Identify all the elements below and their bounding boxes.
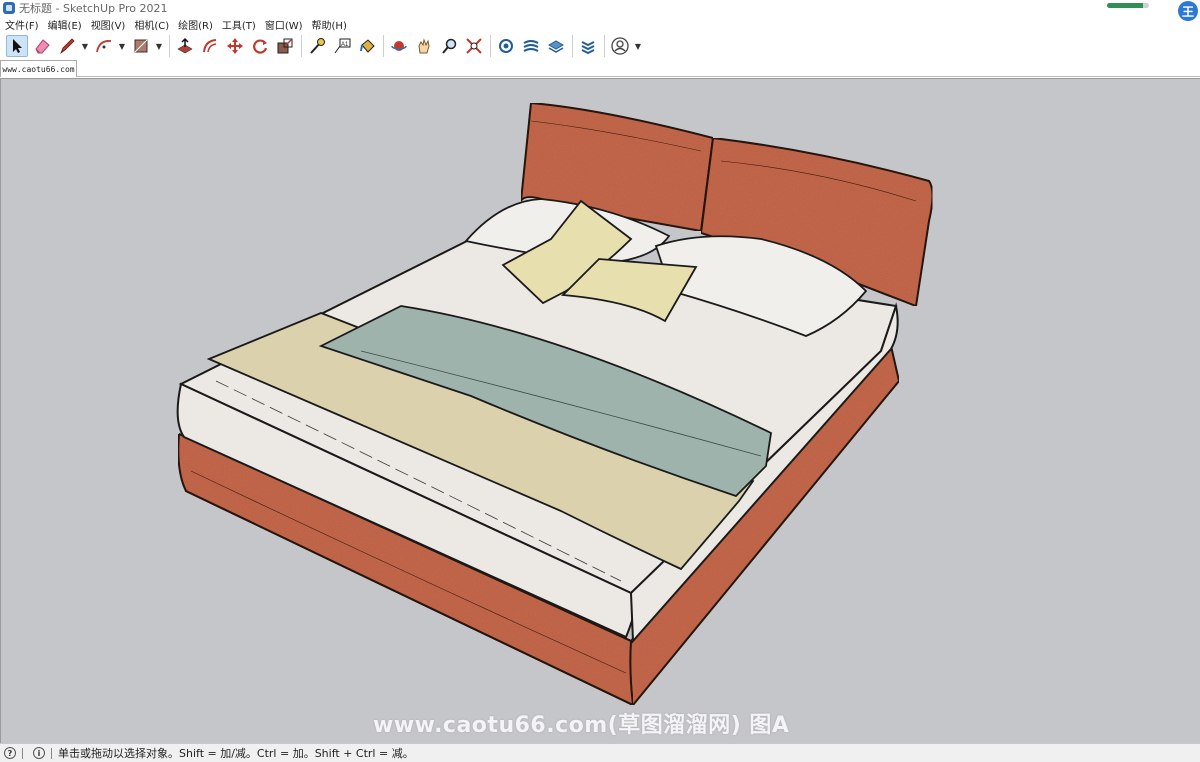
layout-button[interactable] (545, 35, 567, 57)
rectangle-shape-icon (134, 39, 148, 53)
instructor-info-icon[interactable]: i (33, 747, 45, 759)
account-icon (611, 37, 629, 55)
warehouse-icon (499, 39, 513, 53)
tape-measure-icon (310, 38, 325, 54)
progress-indicator (1107, 3, 1149, 8)
window-title: 无标题 - SketchUp Pro 2021 (19, 2, 168, 15)
eraser-tool-button[interactable] (31, 35, 53, 57)
bed-model[interactable] (1, 79, 1200, 743)
zoom-icon (442, 38, 457, 54)
extension-manager-button[interactable] (577, 35, 599, 57)
move-icon (227, 38, 243, 54)
svg-text:A1: A1 (341, 42, 349, 48)
sketchup-window: 无标题 - SketchUp Pro 2021 王 文件(F) 编辑(E) 视图… (0, 0, 1200, 762)
chevron-down-icon: ▼ (81, 41, 89, 51)
toolbar-separator (490, 35, 491, 57)
toolbar-separator (169, 35, 170, 57)
watermark-text: www.caotu66.com(草图溜溜网) 图A (373, 713, 790, 738)
zoom-extents-tool-button[interactable] (463, 35, 485, 57)
layout-icon (547, 40, 565, 53)
title-bar: 无标题 - SketchUp Pro 2021 王 (0, 0, 1200, 21)
chevron-down-icon: ▼ (118, 41, 126, 51)
orbit-tool-button[interactable] (388, 35, 410, 57)
select-arrow-icon (13, 39, 22, 53)
toolbar-separator (572, 35, 573, 57)
menu-bar: 文件(F) 编辑(E) 视图(V) 相机(C) 绘图(R) 工具(T) 窗口(W… (0, 16, 1170, 32)
main-toolbar: ▼ ▼ ▼ A1 ▼ (0, 32, 1200, 60)
scale-tool-button[interactable] (274, 35, 296, 57)
menu-camera[interactable]: 相机(C) (134, 17, 169, 32)
user-avatar[interactable]: 王 (1178, 1, 1198, 21)
text-tool-button[interactable]: A1 (331, 35, 353, 57)
scene-tab[interactable]: www.caotu66.com (0, 60, 77, 77)
scale-icon (277, 38, 293, 54)
account-dropdown[interactable]: ▼ (634, 35, 642, 57)
offset-icon (203, 39, 217, 53)
toolbar-separator (604, 35, 605, 57)
pencil-line-icon (60, 38, 75, 55)
progress-fill (1107, 3, 1143, 8)
eraser-icon (35, 39, 50, 54)
text-label-icon: A1 (334, 38, 351, 54)
chevron-down-icon: ▼ (155, 41, 163, 51)
arc-tool-dropdown[interactable]: ▼ (118, 35, 126, 57)
zoom-extents-icon (466, 38, 482, 54)
select-tool-button[interactable] (6, 35, 28, 57)
tape-measure-tool-button[interactable] (306, 35, 328, 57)
menu-window[interactable]: 窗口(W) (265, 17, 303, 32)
drawing-viewport[interactable]: www.caotu66.com(草图溜溜网) 图A (0, 78, 1200, 743)
toolbar-separator (301, 35, 302, 57)
menu-tools[interactable]: 工具(T) (222, 17, 256, 32)
paint-bucket-icon (360, 39, 375, 53)
shape-tool-button[interactable] (130, 35, 152, 57)
menu-draw[interactable]: 绘图(R) (178, 17, 213, 32)
line-tool-dropdown[interactable]: ▼ (81, 35, 89, 57)
orbit-icon (391, 41, 407, 51)
rotate-icon (253, 39, 268, 54)
paint-bucket-tool-button[interactable] (356, 35, 378, 57)
toolbar-separator (383, 35, 384, 57)
pan-tool-button[interactable] (413, 35, 435, 57)
menu-help[interactable]: 帮助(H) (312, 17, 347, 32)
status-separator (22, 747, 23, 759)
status-bar: ? i 单击或拖动以选择对象。Shift = 加/减。Ctrl = 加。Shif… (0, 743, 1200, 762)
menu-edit[interactable]: 编辑(E) (48, 17, 82, 32)
menu-view[interactable]: 视图(V) (91, 17, 126, 32)
warehouse-button[interactable] (495, 35, 517, 57)
arc-icon (96, 40, 112, 53)
extension-warehouse-button[interactable] (520, 35, 542, 57)
status-separator (51, 747, 52, 759)
rotate-tool-button[interactable] (249, 35, 271, 57)
line-tool-button[interactable] (56, 35, 78, 57)
pan-hand-icon (418, 38, 430, 54)
sketchup-app-icon (3, 2, 15, 14)
scene-tab-bar: www.caotu66.com (0, 60, 1200, 77)
shape-tool-dropdown[interactable]: ▼ (155, 35, 163, 57)
push-pull-icon (177, 37, 193, 54)
extension-manager-icon (581, 41, 595, 55)
status-hint-text: 单击或拖动以选择对象。Shift = 加/减。Ctrl = 加。Shift + … (58, 747, 414, 760)
geo-location-icon[interactable]: ? (4, 747, 16, 759)
zoom-tool-button[interactable] (438, 35, 460, 57)
push-pull-tool-button[interactable] (174, 35, 196, 57)
move-tool-button[interactable] (224, 35, 246, 57)
menu-file[interactable]: 文件(F) (5, 17, 39, 32)
extension-warehouse-icon (523, 40, 539, 52)
offset-tool-button[interactable] (199, 35, 221, 57)
chevron-down-icon: ▼ (634, 41, 642, 51)
account-button[interactable] (609, 35, 631, 57)
arc-tool-button[interactable] (93, 35, 115, 57)
